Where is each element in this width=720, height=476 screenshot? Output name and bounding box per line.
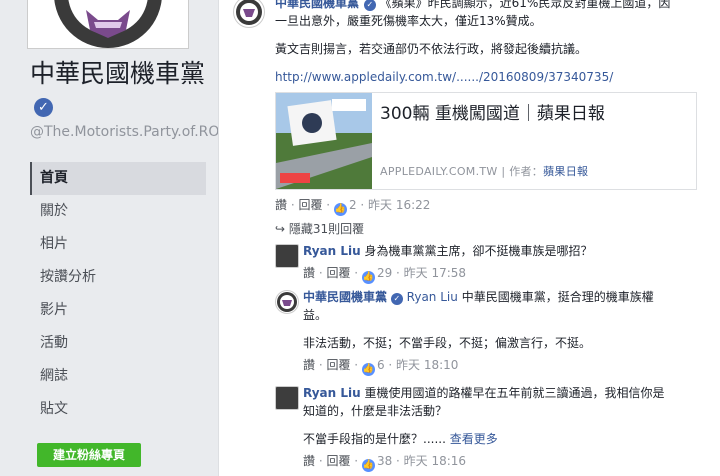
post-actions: 讚 · 回覆 · 👍 2 · 昨天 16:22 [275,198,431,216]
comment-author[interactable]: 中華民國機車黨 [303,290,387,304]
party-logo-icon [54,0,162,48]
comment-text: 重機使用國道的路權早在五年前就三讀通過，我相信你是 [364,386,665,400]
like-count[interactable]: 6 [377,358,385,372]
reply-link[interactable]: 回覆 [326,454,350,468]
post-link-url[interactable]: http://www.appledaily.com.tw/....../2016… [275,68,715,86]
nav-item-videos[interactable]: 影片 [30,294,206,327]
news-photo-icon [276,93,372,189]
commenter-avatar[interactable] [275,386,299,410]
page-title: 中華民國機車黨 ✓ [30,58,210,120]
verified-badge-icon: ✓ [390,293,403,305]
link-preview-domain: APPLEDAILY.COM.TW | 作者：蘋果日報 [380,165,589,178]
comment-text: 非法活動，不挺；不當手段，不挺；偏激言行，不挺。 [303,336,592,350]
thumbs-up-icon: 👍 [361,271,375,284]
post-feed: 中華民國機車黨 ✓ 《蘋果》昨民調顯示，近61%民眾反對重機上國道，因 一旦出意… [218,0,720,476]
thumbs-up-icon: 👍 [333,203,347,216]
nav-item-posts[interactable]: 貼文 [30,393,206,426]
comment-text: 益。 [303,308,328,322]
comment-item: Ryan Liu 身為機車黨黨主席，卻不挺機車族是哪招？ 讚 · 回覆 · 👍 2… [303,244,593,284]
page-sidebar: 中華民國機車黨 ✓ @The.Motorists.Party.of.ROC 首頁 … [0,0,229,476]
like-count[interactable]: 2 [349,198,357,212]
page-handle[interactable]: @The.Motorists.Party.of.ROC [30,124,229,141]
post-text-line: 黃文吉則揚言，若交通部仍不依法行政，將發起後續抗議。 [275,42,588,56]
hidden-replies-toggle[interactable]: ↪ 隱藏31則回覆 [275,220,364,237]
hidden-replies-text: 隱藏31則回覆 [288,222,365,236]
nav-item-photos[interactable]: 相片 [30,228,206,261]
nav-item-insights[interactable]: 按讚分析 [30,261,206,294]
link-preview-image [276,93,372,189]
verified-badge-icon: ✓ [34,98,53,117]
timestamp[interactable]: 昨天 18:10 [396,358,458,372]
link-preview-card[interactable]: 300輛 重機闖國道｜蘋果日報 APPLEDAILY.COM.TW | 作者：蘋… [275,92,697,190]
like-count[interactable]: 38 [377,454,392,468]
verified-badge-icon: ✓ [363,0,376,11]
create-page-button[interactable]: 建立粉絲專頁 [37,443,141,467]
page-profile-picture[interactable] [27,0,189,49]
page-title-text: 中華民國機車黨 [30,59,206,88]
commenter-avatar[interactable] [275,290,299,314]
thumbs-up-icon: 👍 [361,363,375,376]
comment-author[interactable]: Ryan Liu [303,386,361,400]
link-preview-author-label: 作者： [509,165,544,178]
post-body: 中華民國機車黨 ✓ 《蘋果》昨民調顯示，近61%民眾反對重機上國道，因 一旦出意… [275,0,715,86]
party-logo-icon [277,292,297,312]
timestamp[interactable]: 昨天 16:22 [368,198,430,212]
page-nav: 首頁 關於 相片 按讚分析 影片 活動 網誌 貼文 [30,162,206,426]
see-more-link[interactable]: 查看更多 [450,432,498,446]
comment-author[interactable]: Ryan Liu [303,244,361,258]
timestamp[interactable]: 昨天 18:16 [404,454,466,468]
like-link[interactable]: 讚 [303,454,315,468]
nav-item-events[interactable]: 活動 [30,327,206,360]
comment-text: 不當手段指的是什麼？...... [303,432,446,446]
nav-item-home[interactable]: 首頁 [30,162,206,195]
party-logo-icon [236,0,262,25]
link-preview-domain-text: APPLEDAILY.COM.TW [380,165,498,178]
comment-text: 身為機車黨黨主席，卻不挺機車族是哪招？ [364,244,593,258]
reply-link[interactable]: 回覆 [326,358,350,372]
reply-link[interactable]: 回覆 [298,198,322,212]
post-author-avatar[interactable] [233,0,265,28]
commenter-avatar[interactable] [275,244,299,268]
post-text-line: 《蘋果》昨民調顯示，近61%民眾反對重機上國道，因 [379,0,671,10]
post-text-line: 一旦出意外，嚴重死傷機率太大，僅近13%贊成。 [275,14,542,28]
timestamp[interactable]: 昨天 17:58 [404,266,466,280]
reply-arrow-icon: ↪ [275,222,286,236]
link-preview-title[interactable]: 300輛 重機闖國道｜蘋果日報 [380,99,605,124]
nav-item-about[interactable]: 關於 [30,195,206,228]
reply-link[interactable]: 回覆 [326,266,350,280]
comment-item: 中華民國機車黨 ✓ Ryan Liu 中華民國機車黨，挺合理的機車族權 益。 非… [303,288,703,376]
nav-item-notes[interactable]: 網誌 [30,360,206,393]
comment-item: Ryan Liu 重機使用國道的路權早在五年前就三讀通過，我相信你是 知道的，什… [303,384,713,472]
comment-mention[interactable]: Ryan Liu [407,290,458,304]
comment-text: 知道的，什麼是非法活動？ [303,404,448,418]
link-preview-author[interactable]: 蘋果日報 [543,165,588,178]
like-count[interactable]: 29 [377,266,392,280]
like-link[interactable]: 讚 [275,198,287,212]
post-author-name[interactable]: 中華民國機車黨 [275,0,359,10]
like-link[interactable]: 讚 [303,358,315,372]
thumbs-up-icon: 👍 [361,459,375,472]
like-link[interactable]: 讚 [303,266,315,280]
comment-text: 中華民國機車黨，挺合理的機車族權 [461,290,654,304]
